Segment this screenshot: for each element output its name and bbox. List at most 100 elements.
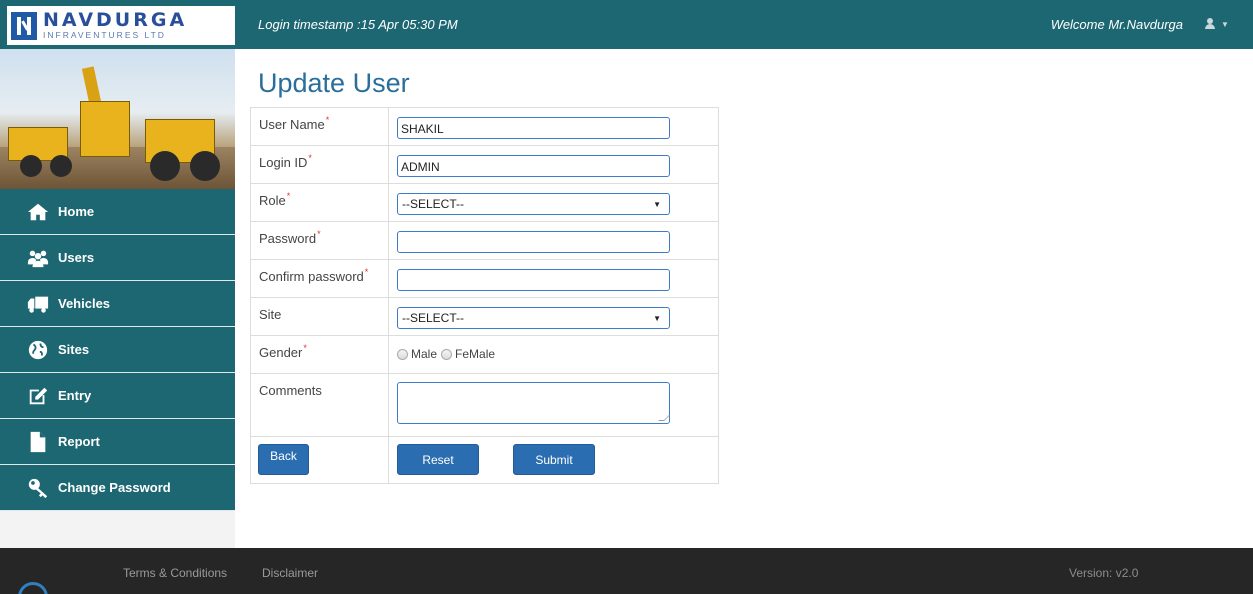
form-row-role: Role* --SELECT-- ▼: [250, 183, 719, 222]
sidebar: Home Users Vehicles Sites Entry Report C…: [0, 49, 235, 548]
gender-female-radio[interactable]: [441, 348, 453, 360]
truck-icon: [27, 293, 49, 315]
logo-mark-icon: [11, 11, 37, 40]
version-text: Version: v2.0: [1069, 566, 1139, 580]
action-buttons-cell: Reset Submit: [388, 436, 719, 484]
resize-handle-icon[interactable]: [658, 415, 670, 421]
terms-link[interactable]: Terms & Conditions: [123, 566, 227, 580]
gender-female-label[interactable]: FeMale: [455, 347, 495, 361]
sidebar-nav: Home Users Vehicles Sites Entry Report C…: [0, 189, 235, 511]
back-button[interactable]: Back: [258, 444, 309, 475]
logo-subtitle: INFRAVENTURES LTD: [43, 30, 166, 41]
sidebar-item-label: Sites: [58, 342, 90, 357]
role-select-value: --SELECT--: [402, 197, 465, 211]
sidebar-item-entry[interactable]: Entry: [0, 373, 235, 419]
field-label-cell: Role*: [250, 183, 389, 222]
sidebar-item-vehicles[interactable]: Vehicles: [0, 281, 235, 327]
role-label: Role: [259, 193, 286, 208]
required-mark: *: [364, 267, 369, 277]
field-label-cell: User Name*: [250, 107, 389, 146]
field-label-cell: Login ID*: [250, 145, 389, 184]
form-row-user-name: User Name* SHAKIL: [250, 107, 719, 146]
login-timestamp: Login timestamp :15 Apr 05:30 PM: [258, 17, 458, 32]
login-id-input[interactable]: ADMIN: [397, 155, 670, 177]
site-select[interactable]: --SELECT-- ▼: [397, 307, 670, 329]
required-mark: *: [308, 153, 312, 163]
login-id-label: Login ID: [259, 155, 308, 170]
reset-button[interactable]: Reset: [397, 444, 479, 475]
submit-button[interactable]: Submit: [513, 444, 595, 475]
edit-icon: [27, 385, 49, 407]
sidebar-item-home[interactable]: Home: [0, 189, 235, 235]
form-row-comments: Comments: [250, 373, 719, 437]
comments-label: Comments: [259, 383, 322, 398]
sidebar-item-label: Vehicles: [58, 296, 111, 311]
disclaimer-link[interactable]: Disclaimer: [262, 566, 318, 580]
required-mark: *: [325, 115, 330, 125]
password-label: Password: [259, 231, 317, 246]
logo-name: NAVDURGA: [43, 9, 188, 32]
page-title: Update User: [258, 68, 410, 98]
comments-textarea[interactable]: [397, 382, 670, 424]
sidebar-item-label: Home: [58, 204, 95, 219]
top-header: NAVDURGA INFRAVENTURES LTD Login timesta…: [0, 0, 1253, 49]
sidebar-item-label: Users: [58, 250, 95, 265]
logo-text: NAVDURGA INFRAVENTURES LTD: [43, 11, 187, 40]
site-select-value: --SELECT--: [402, 311, 465, 325]
field-control-cell: Male FeMale: [388, 335, 719, 374]
field-control-cell: [388, 259, 719, 298]
password-input[interactable]: [397, 231, 670, 253]
sidebar-item-change-password[interactable]: Change Password: [0, 465, 235, 511]
caret-down-icon: ▼: [1221, 19, 1229, 29]
dropdown-arrow-icon: ▼: [653, 199, 661, 209]
key-icon: [27, 477, 49, 499]
required-mark: *: [303, 343, 307, 353]
field-label-cell: Site: [250, 297, 389, 336]
company-logo[interactable]: NAVDURGA INFRAVENTURES LTD: [7, 6, 235, 45]
field-control-cell: ADMIN: [388, 145, 719, 184]
sidebar-item-label: Change Password: [58, 480, 171, 495]
confirm-password-input[interactable]: [397, 269, 670, 291]
dropdown-arrow-icon: ▼: [653, 313, 661, 323]
gender-radio-group: Male FeMale: [397, 347, 670, 361]
sidebar-item-sites[interactable]: Sites: [0, 327, 235, 373]
file-icon: [27, 431, 49, 453]
field-control-cell: SHAKIL: [388, 107, 719, 146]
required-mark: *: [317, 229, 321, 239]
sidebar-item-users[interactable]: Users: [0, 235, 235, 281]
required-mark: *: [286, 191, 291, 201]
update-user-form: User Name* SHAKIL Login ID* ADMIN Role* …: [250, 107, 719, 484]
form-row-password: Password*: [250, 221, 719, 260]
gender-label: Gender: [259, 345, 303, 360]
back-button-cell: Back: [250, 436, 389, 484]
field-label-cell: Gender*: [250, 335, 389, 374]
gender-male-radio[interactable]: [397, 348, 408, 360]
field-label-cell: Comments: [250, 373, 389, 437]
user-menu-button[interactable]: ▼: [1203, 15, 1231, 33]
role-select[interactable]: --SELECT-- ▼: [397, 193, 670, 215]
form-row-buttons: Back Reset Submit: [250, 436, 719, 484]
form-row-site: Site --SELECT-- ▼: [250, 297, 719, 336]
field-control-cell: --SELECT-- ▼: [388, 297, 719, 336]
field-control-cell: [388, 221, 719, 260]
field-label-cell: Password*: [250, 221, 389, 260]
form-row-confirm-password: Confirm password*: [250, 259, 719, 298]
page-footer: Terms & Conditions Disclaimer Version: v…: [0, 548, 1253, 594]
welcome-text: Welcome Mr.Navdurga: [1050, 17, 1183, 32]
sidebar-item-report[interactable]: Report: [0, 419, 235, 465]
user-name-input[interactable]: SHAKIL: [397, 117, 670, 139]
sidebar-item-label: Entry: [58, 388, 92, 403]
confirm-password-label: Confirm password: [259, 269, 364, 284]
sidebar-item-label: Report: [58, 434, 100, 449]
site-label: Site: [259, 307, 282, 322]
field-label-cell: Confirm password*: [250, 259, 389, 298]
users-icon: [27, 247, 49, 269]
globe-icon: [27, 339, 49, 361]
form-row-gender: Gender* Male FeMale: [250, 335, 719, 374]
home-icon: [27, 201, 49, 223]
user-name-label: User Name: [259, 117, 325, 132]
construction-banner-image: [0, 49, 235, 189]
gender-male-label[interactable]: Male: [411, 347, 437, 361]
form-row-login-id: Login ID* ADMIN: [250, 145, 719, 184]
field-control-cell: [388, 373, 719, 437]
